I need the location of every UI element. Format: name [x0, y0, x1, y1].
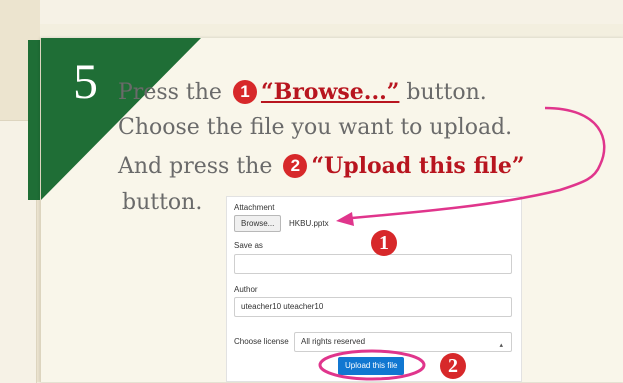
upload-this-file-button[interactable]: Upload this file: [338, 357, 405, 375]
selected-file-name: HKBU.pptx: [289, 219, 329, 228]
green-side-strip: [28, 40, 40, 200]
instruction-line-3: And press the 2 “Upload this file”: [118, 154, 524, 178]
save-as-label: Save as: [234, 241, 263, 250]
attachment-label: Attachment: [234, 203, 275, 212]
upload-form: Attachment Browse... HKBU.pptx Save as A…: [226, 196, 522, 382]
license-selected-value: All rights reserved: [301, 337, 366, 346]
browse-button[interactable]: Browse...: [234, 215, 282, 232]
step-marker-2: 2: [283, 154, 308, 178]
instruction-text: Press the: [118, 80, 222, 105]
select-caret-icon: ▴︎: [499, 342, 503, 349]
save-as-input[interactable]: [234, 254, 512, 274]
instruction-text: And press the: [118, 154, 273, 179]
license-select[interactable]: All rights reserved ▴︎: [294, 332, 512, 352]
browse-quoted-label: “Browse...”: [260, 79, 400, 105]
instruction-text: button.: [399, 80, 487, 105]
upload-quoted-label: “Upload this file”: [311, 153, 525, 179]
instruction-line-2: Choose the file you want to upload.: [118, 115, 513, 140]
instruction-line-1: Press the 1 “Browse...” button.: [118, 80, 487, 104]
step-marker-1: 1: [232, 80, 257, 104]
instruction-line-4: button.: [122, 190, 203, 215]
badge-2: 2: [440, 353, 466, 379]
license-label: Choose license: [234, 337, 289, 346]
author-input[interactable]: uteacher10 uteacher10: [234, 297, 512, 317]
background-card-top: [40, 0, 623, 24]
author-label: Author: [234, 285, 258, 294]
step-number: 5: [73, 53, 98, 109]
badge-1: 1: [371, 230, 397, 256]
